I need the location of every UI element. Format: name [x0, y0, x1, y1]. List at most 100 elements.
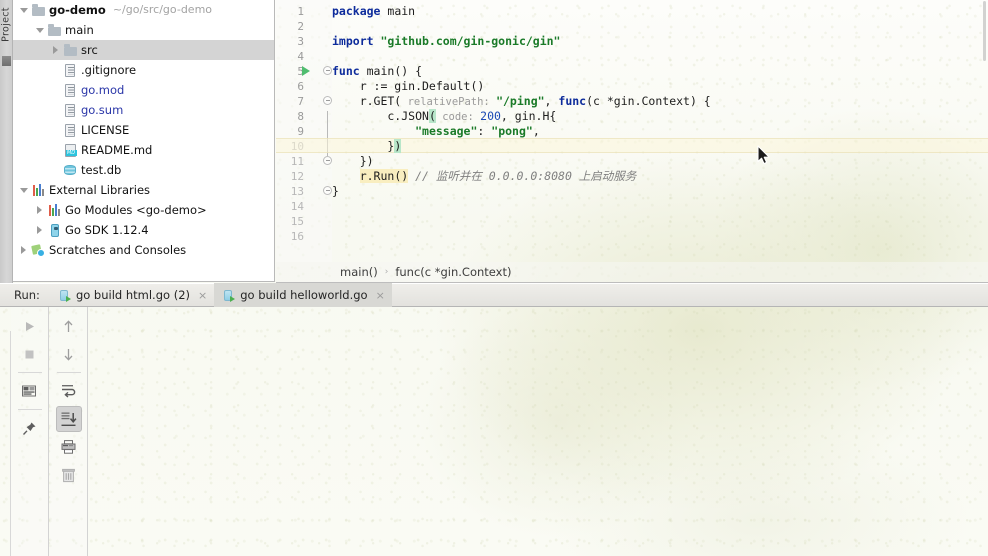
code-token: // 监听并在 0.0.0.0:8080 上启动服务 — [415, 169, 637, 183]
line-number: 13 — [290, 185, 304, 198]
chevron-right-icon[interactable] — [33, 220, 46, 240]
code-line[interactable]: "message": "pong", — [332, 124, 540, 139]
stop-button[interactable] — [17, 341, 43, 367]
tree-node[interactable]: src — [13, 40, 274, 60]
sdk-icon — [46, 220, 63, 240]
folder-icon — [62, 40, 79, 60]
run-gutter-icon[interactable] — [302, 66, 310, 76]
scroll-to-end-button[interactable] — [55, 406, 82, 432]
editor-code-area[interactable]: package main import "github.com/gin-gonic… — [276, 0, 988, 262]
run-console-output[interactable] — [89, 307, 988, 556]
tree-node[interactable]: go-demo ~/go/src/go-demo — [13, 0, 274, 20]
close-icon[interactable]: × — [376, 289, 385, 302]
clear-all-button[interactable] — [56, 462, 82, 488]
code-line[interactable]: }) — [332, 139, 402, 154]
code-token: : — [477, 124, 492, 138]
soft-wrap-button[interactable] — [56, 378, 82, 404]
code-line[interactable]: } — [332, 184, 339, 199]
tree-node-label: main — [65, 23, 94, 37]
rerun-button[interactable] — [17, 313, 43, 339]
folder-icon — [46, 20, 63, 40]
tree-node-label: External Libraries — [49, 183, 151, 197]
code-line[interactable]: import "github.com/gin-gonic/gin" — [332, 34, 560, 49]
structure-tool-icon[interactable] — [2, 56, 11, 66]
database-file-icon — [62, 160, 79, 180]
run-window-label: Run: — [14, 288, 40, 302]
project-tool-window-tab[interactable]: Project — [1, 2, 14, 48]
line-number: 9 — [297, 125, 304, 138]
tree-node[interactable]: Go Modules <go-demo> — [13, 200, 274, 220]
code-line[interactable]: c.JSON( code: 200, gin.H{ — [332, 109, 556, 124]
code-token: ( — [428, 109, 436, 123]
pin-tab-button[interactable] — [17, 415, 43, 441]
code-token: "/ping" — [496, 94, 545, 108]
chevron-right-icon[interactable] — [33, 200, 46, 220]
line-number: 16 — [290, 230, 304, 243]
folder-icon — [30, 0, 47, 20]
tree-node[interactable]: test.db — [13, 160, 274, 180]
print-button[interactable] — [56, 434, 82, 460]
tree-node-label: go.sum — [81, 103, 124, 117]
down-the-stack-trace-button[interactable] — [56, 341, 82, 367]
tree-node[interactable]: Scratches and Consoles — [13, 240, 274, 260]
tree-node[interactable]: LICENSE — [13, 120, 274, 140]
tree-node[interactable]: Go SDK 1.12.4 — [13, 220, 274, 240]
file-icon — [62, 120, 79, 140]
run-tab[interactable]: go build html.go (2) × — [50, 283, 214, 307]
code-token: func — [558, 94, 587, 108]
code-editor[interactable]: 12345678910111213141516 package mainimpo… — [276, 0, 988, 262]
line-number: 12 — [290, 170, 304, 183]
code-line[interactable]: package main — [332, 4, 415, 19]
run-toolbar-primary — [11, 307, 49, 556]
run-window-left-edge — [0, 331, 11, 556]
code-token: "github.com/gin-gonic/gin" — [380, 34, 561, 48]
code-fold-toggle[interactable] — [323, 186, 332, 195]
breadcrumb[interactable]: main() › func(c *gin.Context) — [276, 262, 988, 283]
code-line[interactable]: r := gin.Default() — [332, 79, 485, 94]
chevron-down-icon[interactable] — [17, 180, 30, 200]
markdown-file-icon — [62, 140, 79, 160]
play-icon — [23, 320, 36, 333]
ide-window: Project go-demo ~/go/src/go-demo main src .g… — [0, 0, 988, 556]
toolbar-separator — [17, 372, 42, 373]
code-token: (c *gin.Context) { — [586, 94, 711, 108]
tree-node[interactable]: go.sum — [13, 100, 274, 120]
tree-node-path: ~/go/src/go-demo — [112, 3, 213, 16]
run-tab[interactable]: go build helloworld.go × — [214, 283, 392, 307]
editor-gutter[interactable]: 12345678910111213141516 — [276, 0, 332, 262]
code-token: , — [532, 124, 540, 138]
code-line[interactable]: }) — [332, 154, 374, 169]
chevron-down-icon[interactable] — [17, 0, 30, 20]
code-fold-toggle[interactable] — [323, 66, 332, 75]
tree-node[interactable]: go.mod — [13, 80, 274, 100]
chevron-right-icon[interactable] — [49, 40, 62, 60]
libraries-icon — [30, 180, 47, 200]
code-line[interactable]: r.Run() // 监听并在 0.0.0.0:8080 上启动服务 — [332, 169, 636, 184]
breadcrumb-item[interactable]: main() — [340, 265, 378, 279]
up-the-stack-trace-button[interactable] — [56, 313, 82, 339]
chevron-down-icon[interactable] — [33, 20, 46, 40]
code-fold-toggle[interactable] — [323, 156, 332, 165]
project-tree-panel: go-demo ~/go/src/go-demo main src .gitignore… — [13, 0, 275, 282]
tree-node-label: go-demo — [49, 3, 106, 17]
chevron-right-icon[interactable] — [17, 240, 30, 260]
tree-node[interactable]: README.md — [13, 140, 274, 160]
code-token: main — [387, 4, 416, 18]
code-token: import — [332, 34, 381, 48]
code-fold-toggle[interactable] — [323, 96, 332, 105]
tree-node-label: Scratches and Consoles — [49, 243, 187, 257]
tree-node[interactable]: External Libraries — [13, 180, 274, 200]
tree-node[interactable]: main — [13, 20, 274, 40]
libraries-icon — [46, 200, 63, 220]
console-view-button[interactable] — [17, 378, 43, 404]
breadcrumb-separator: › — [384, 267, 389, 277]
code-line[interactable]: r.GET( relativePath: "/ping", func(c *gi… — [332, 94, 711, 109]
editor-vertical-scrollbar[interactable] — [983, 1, 986, 61]
close-icon[interactable]: × — [198, 289, 207, 302]
breadcrumb-item[interactable]: func(c *gin.Context) — [395, 265, 511, 279]
file-icon — [62, 80, 79, 100]
code-line[interactable]: func main() { — [332, 64, 422, 79]
tree-node[interactable]: .gitignore — [13, 60, 274, 80]
